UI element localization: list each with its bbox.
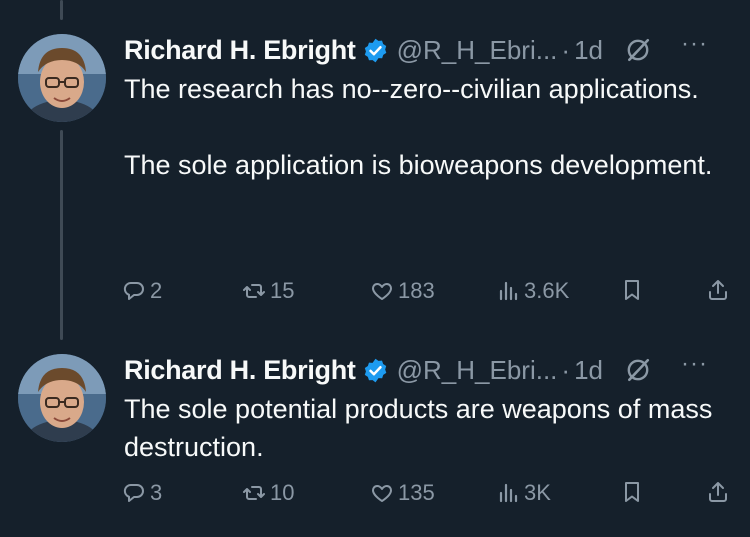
- like-button[interactable]: 183: [370, 278, 435, 304]
- verified-badge-icon[interactable]: [362, 37, 389, 64]
- views-button[interactable]: 3K: [496, 480, 551, 506]
- grok-icon[interactable]: [625, 37, 651, 63]
- bookmark-button[interactable]: [620, 480, 648, 504]
- view-count: 3.6K: [524, 278, 570, 303]
- reply-count: 2: [150, 278, 163, 303]
- more-icon[interactable]: ···: [681, 30, 708, 58]
- repost-button[interactable]: 15: [242, 278, 294, 304]
- thread-connector: [60, 130, 63, 340]
- view-count: 3K: [524, 480, 551, 505]
- like-button[interactable]: 135: [370, 480, 435, 506]
- thread-view: Richard H. Ebright @R_H_Ebri... · 1d ···…: [0, 0, 750, 537]
- share-icon: [709, 482, 727, 502]
- separator: ·: [561, 354, 571, 385]
- grok-icon[interactable]: [625, 357, 651, 383]
- share-button[interactable]: [706, 278, 734, 302]
- reply-button[interactable]: 2: [122, 278, 162, 304]
- author-handle[interactable]: @R_H_Ebri...: [397, 35, 558, 66]
- bookmark-icon: [625, 482, 639, 502]
- author-handle[interactable]: @R_H_Ebri...: [397, 355, 558, 386]
- tweet-actions: 3 10 135 3K: [122, 480, 732, 512]
- share-button[interactable]: [706, 480, 734, 504]
- tweet-text: The sole potential products are weapons …: [124, 390, 724, 466]
- timestamp[interactable]: 1d: [574, 35, 603, 66]
- like-icon: [372, 283, 392, 300]
- reply-count: 3: [150, 480, 163, 505]
- author-name[interactable]: Richard H. Ebright: [124, 355, 356, 386]
- author-name[interactable]: Richard H. Ebright: [124, 35, 356, 66]
- like-count: 135: [398, 480, 435, 505]
- tweet-paragraph: The sole application is bioweapons devel…: [124, 150, 713, 180]
- timestamp[interactable]: 1d: [574, 355, 603, 386]
- tweet-text: The research has no--zero--civilian appl…: [124, 70, 724, 184]
- repost-icon: [243, 486, 265, 500]
- views-button[interactable]: 3.6K: [496, 278, 569, 304]
- verified-badge-icon[interactable]: [362, 357, 389, 384]
- separator: ·: [561, 34, 571, 65]
- tweet-paragraph: The sole potential products are weapons …: [124, 394, 713, 462]
- repost-button[interactable]: 10: [242, 480, 294, 506]
- repost-count: 15: [270, 278, 295, 303]
- bookmark-button[interactable]: [620, 278, 648, 302]
- share-icon: [709, 280, 727, 300]
- repost-icon: [243, 284, 265, 298]
- more-icon[interactable]: ···: [681, 350, 708, 378]
- reply-button[interactable]: 3: [122, 480, 162, 506]
- views-icon: [499, 281, 518, 301]
- views-icon: [499, 483, 518, 503]
- thread-connector-top: [60, 0, 63, 20]
- tweet-header: Richard H. Ebright @R_H_Ebri... · 1d ···: [124, 350, 734, 388]
- reply-icon: [123, 483, 144, 502]
- avatar[interactable]: [18, 354, 106, 442]
- tweet-actions: 2 15 183 3.6K: [122, 278, 732, 310]
- bookmark-icon: [625, 280, 639, 300]
- avatar[interactable]: [18, 34, 106, 122]
- repost-count: 10: [270, 480, 295, 505]
- tweet-paragraph: The research has no--zero--civilian appl…: [124, 74, 699, 104]
- like-icon: [372, 485, 392, 502]
- reply-icon: [123, 281, 144, 300]
- like-count: 183: [398, 278, 435, 303]
- tweet-header: Richard H. Ebright @R_H_Ebri... · 1d ···: [124, 30, 734, 68]
